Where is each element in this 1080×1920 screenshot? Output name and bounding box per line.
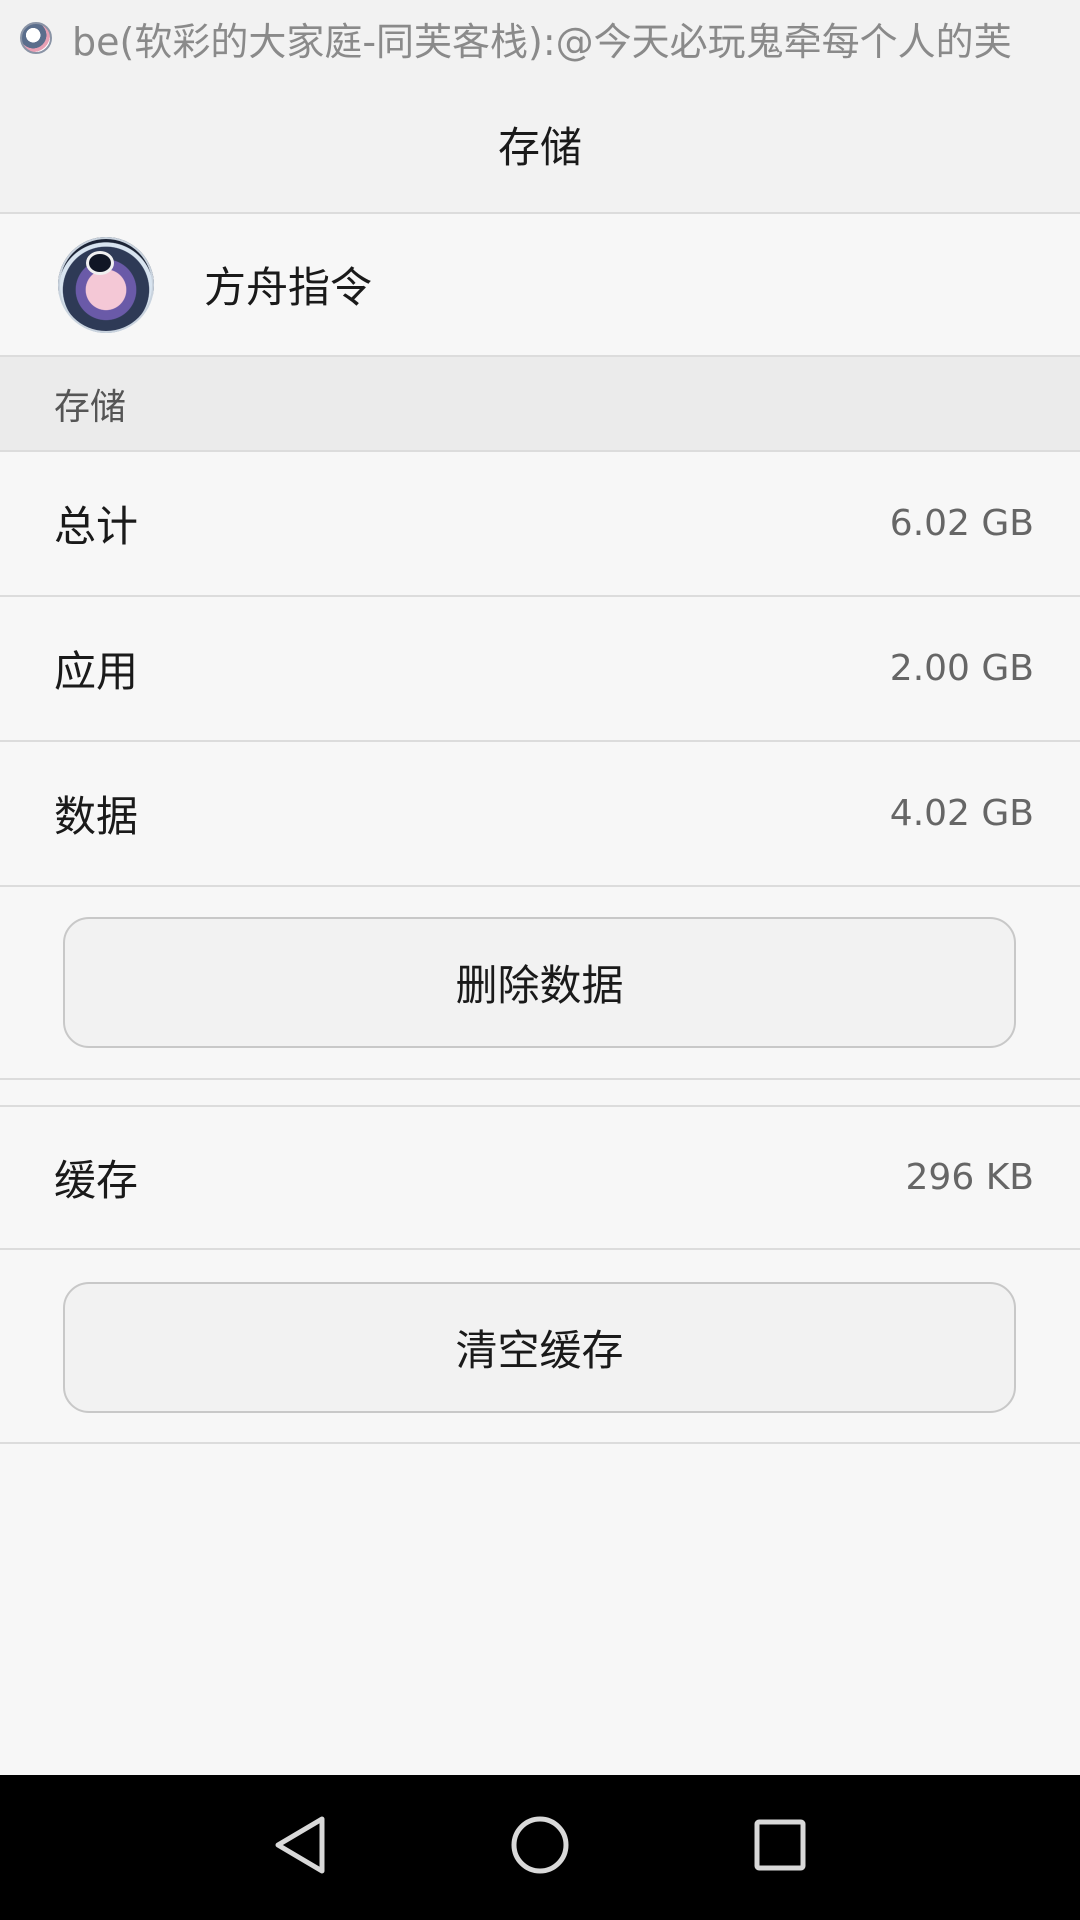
app-header: 方舟指令 [0,214,1080,357]
back-icon[interactable] [250,1795,350,1895]
title-bar: 存储 [0,76,1080,214]
storage-total-row: 总计 6.02 GB [0,452,1080,597]
total-label: 总计 [54,502,139,551]
app-size-label: 应用 [54,647,139,696]
storage-data-row: 数据 4.02 GB [0,742,1080,887]
total-value: 6.02 GB [889,503,1034,544]
cache-label: 缓存 [54,1156,139,1205]
app-name: 方舟指令 [204,263,373,312]
section-header-storage: 存储 [0,357,1080,452]
clear-cache-container: 清空缓存 [0,1252,1080,1444]
page-title: 存储 [497,122,582,172]
app-icon [58,236,154,333]
delete-data-container: 删除数据 [0,887,1080,1080]
home-icon[interactable] [490,1795,590,1895]
data-size-value: 4.02 GB [889,793,1034,834]
cache-value: 296 KB [905,1157,1034,1198]
status-bar: be(软彩的大家庭-同芙客栈):@今天必玩鬼牵每个人的芙 [0,0,1080,76]
data-size-label: 数据 [54,792,139,841]
clear-cache-button[interactable]: 清空缓存 [63,1282,1016,1413]
notification-text: be(软彩的大家庭-同芙客栈):@今天必玩鬼牵每个人的芙 [72,19,1012,64]
notification-avatar-icon [20,22,52,54]
app-size-value: 2.00 GB [889,648,1034,689]
recents-icon[interactable] [730,1795,830,1895]
cache-row: 缓存 296 KB [0,1105,1080,1250]
section-label: 存储 [54,386,127,428]
navigation-bar [0,1775,1080,1920]
delete-data-button[interactable]: 删除数据 [63,917,1016,1048]
storage-app-row: 应用 2.00 GB [0,597,1080,742]
